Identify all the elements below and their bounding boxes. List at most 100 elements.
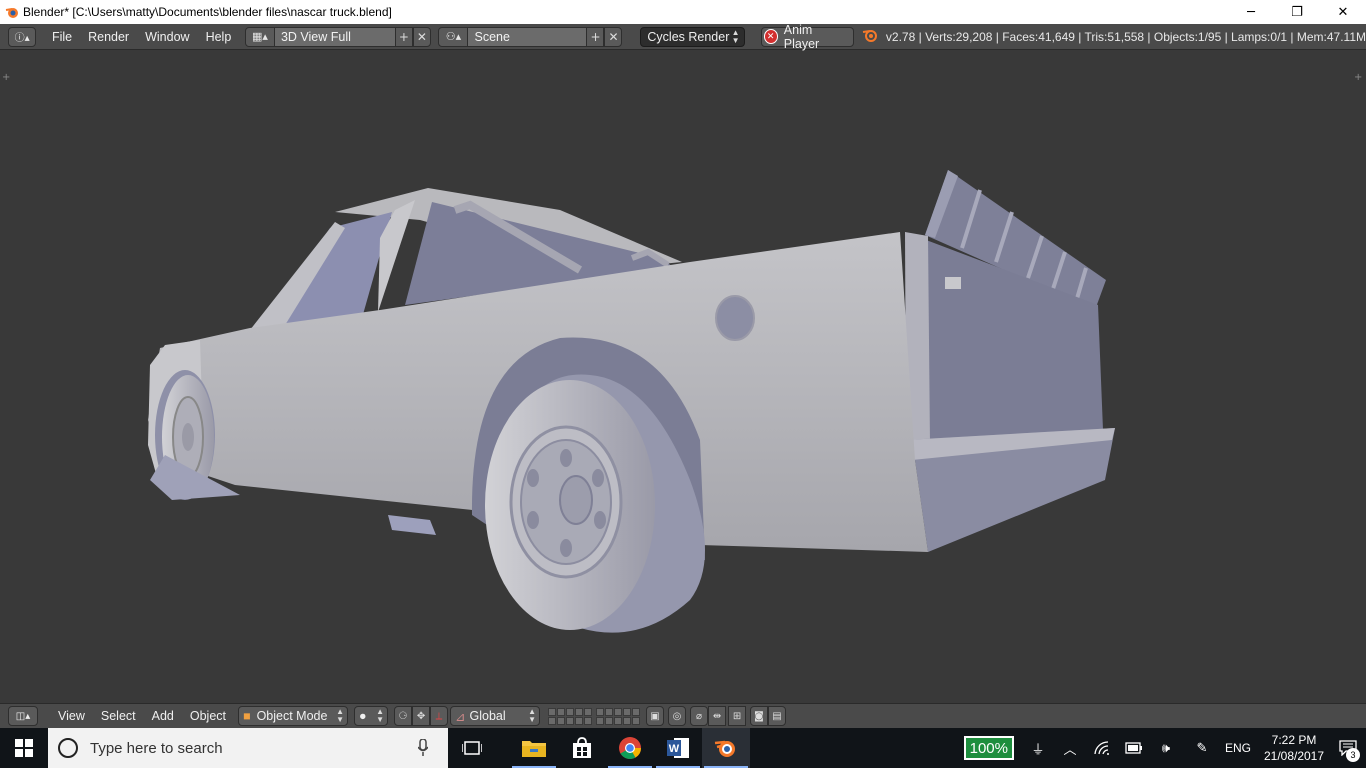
taskbar-chrome[interactable] [606, 728, 654, 768]
truck-model[interactable] [0, 51, 1366, 703]
blender-icon [714, 740, 735, 757]
orientation-icon: ⊿ [455, 709, 466, 724]
word-icon: W [667, 738, 689, 758]
snap-element-icon: ⇹ [712, 710, 722, 722]
minimize-button[interactable]: ─ [1228, 0, 1274, 24]
system-clock[interactable]: 7:22 PM 21/08/2017 [1258, 732, 1330, 764]
snap-target-button[interactable]: ⊞ [728, 706, 747, 726]
pen-ink-icon[interactable]: ✎ [1186, 728, 1218, 768]
proportional-editing-button[interactable]: ◎ [668, 706, 687, 726]
close-icon: ✕ [416, 29, 427, 44]
menu-select[interactable]: Select [93, 709, 144, 723]
menu-object[interactable]: Object [182, 709, 234, 723]
manipulator-icon: ✥ [416, 710, 426, 722]
info-header: ⓘ▴ File Render Window Help ▦▴ 3D View Fu… [0, 23, 1366, 51]
proportional-icon: ◎ [672, 710, 682, 722]
wifi-icon[interactable] [1086, 728, 1118, 768]
translate-manipulator-button[interactable]: ⟂ [430, 706, 449, 726]
interaction-mode-dropdown[interactable]: ■ Object Mode ▲ ▼ [238, 706, 349, 726]
menu-view[interactable]: View [50, 709, 93, 723]
snap-element-button[interactable]: ⇹ [708, 706, 727, 726]
viewport-shading-dropdown[interactable]: ● ▲ ▼ [354, 706, 389, 726]
scene-statistics: v2.78 | Verts:29,208 | Faces:41,649 | Tr… [885, 29, 1366, 44]
lock-camera-layers-button[interactable]: ▣ [646, 706, 665, 726]
chevron-up-icon[interactable]: ︿ [1054, 728, 1086, 768]
action-center-button[interactable]: 3 [1330, 728, 1366, 768]
pivot-point-button[interactable]: ⚆ [394, 706, 413, 726]
transform-orientation-dropdown[interactable]: ⊿ Global ▲ ▼ [450, 706, 541, 726]
side-marker [945, 277, 961, 289]
menu-add[interactable]: Add [144, 709, 182, 723]
menu-file[interactable]: File [44, 30, 80, 44]
anim-player-button[interactable]: ✕ Anim Player [760, 23, 854, 51]
scene-browse-button[interactable]: ⚇▴ [438, 26, 469, 47]
taskbar-file-explorer[interactable] [510, 728, 558, 768]
taskbar-word[interactable]: W [654, 728, 702, 768]
screen-add-button[interactable]: + [394, 26, 413, 47]
3d-view-icon: ◫▴ [15, 710, 31, 722]
scene-selector: ⚇▴ Scene + ✕ [438, 26, 623, 47]
scene-layers-group-2[interactable] [596, 707, 641, 725]
3d-viewport[interactable]: + + [0, 51, 1366, 703]
scene-delete-button[interactable]: ✕ [604, 26, 623, 47]
scene-add-button[interactable]: + [586, 26, 605, 47]
snap-target-icon: ⊞ [732, 710, 742, 722]
editor-type-3dview-button[interactable]: ◫▴ [8, 706, 38, 726]
snap-icon: ⌀ [696, 710, 703, 722]
task-view-icon [462, 741, 482, 755]
file-explorer-icon [522, 741, 546, 757]
blender-app-icon [4, 4, 20, 20]
battery-icon[interactable] [1118, 728, 1150, 768]
opengl-render-image-button[interactable]: ◙ [750, 706, 769, 726]
svg-text:W: W [669, 743, 680, 755]
camera-icon: ◙ [754, 710, 764, 722]
plus-icon: + [398, 29, 409, 44]
taskbar-search-box[interactable]: Type here to search [48, 728, 448, 768]
opengl-render-animation-button[interactable]: ▤ [768, 706, 787, 726]
window-title: Blender* [C:\Users\matty\Documents\blend… [23, 5, 392, 19]
taskbar-store[interactable] [558, 728, 606, 768]
scene-layers-group-1[interactable] [548, 707, 593, 725]
screen-layout-browse-button[interactable]: ▦▴ [244, 26, 275, 47]
menu-window[interactable]: Window [137, 30, 197, 44]
microphone-icon[interactable] [417, 738, 429, 761]
menu-render[interactable]: Render [80, 30, 137, 44]
info-icon: ⓘ▴ [14, 33, 30, 44]
scene-icon: ⚇▴ [445, 30, 462, 43]
solid-shading-icon: ● [359, 709, 367, 723]
task-view-button[interactable] [448, 728, 496, 768]
clock-date: 21/08/2017 [1263, 749, 1325, 763]
restore-button[interactable]: ❐ [1274, 0, 1320, 24]
editor-type-info-button[interactable]: ⓘ▴ [8, 26, 37, 47]
snap-toggle-button[interactable]: ⌀ [690, 706, 709, 726]
lock-icon: ▣ [650, 710, 660, 722]
chrome-icon [619, 737, 641, 759]
pivot-icon: ⚆ [398, 710, 408, 722]
start-button[interactable] [0, 728, 48, 768]
manipulator-toggle-button[interactable]: ✥ [412, 706, 431, 726]
render-engine-label: Cycles Render [647, 29, 730, 44]
scene-name-field[interactable]: Scene [468, 26, 587, 47]
volume-icon[interactable]: 🕪 [1150, 728, 1182, 768]
stop-icon: ✕ [763, 29, 778, 44]
render-engine-dropdown[interactable]: Cycles Render ▲ ▼ [640, 26, 745, 47]
layout-grid-icon: ▦▴ [251, 30, 268, 43]
menu-help[interactable]: Help [198, 30, 240, 44]
cortana-icon [58, 738, 78, 758]
system-tray: 100% ⏚ ︿ 🕪 ✎ ENG 7:22 PM 21/08/2017 3 [963, 728, 1366, 768]
screen-layout-name-field[interactable]: 3D View Full [274, 26, 395, 47]
screen-layout-selector: ▦▴ 3D View Full + ✕ [244, 26, 431, 47]
search-placeholder: Type here to search [90, 739, 223, 757]
interaction-mode-label: Object Mode [256, 709, 328, 723]
power-plug-icon[interactable]: ⏚ [1022, 728, 1054, 768]
close-button[interactable]: ✕ [1320, 0, 1366, 24]
taskbar-blender[interactable] [702, 728, 750, 768]
anim-player-label: Anim Player [783, 22, 820, 51]
window-titlebar: Blender* [C:\Users\matty\Documents\blend… [0, 0, 1366, 24]
battery-percentage[interactable]: 100% [963, 736, 1014, 760]
screen-delete-button[interactable]: ✕ [412, 26, 431, 47]
fuel-filler [715, 295, 755, 341]
clapboard-icon: ▤ [772, 710, 782, 722]
notification-count: 3 [1346, 748, 1360, 762]
input-language[interactable]: ENG [1218, 741, 1258, 755]
